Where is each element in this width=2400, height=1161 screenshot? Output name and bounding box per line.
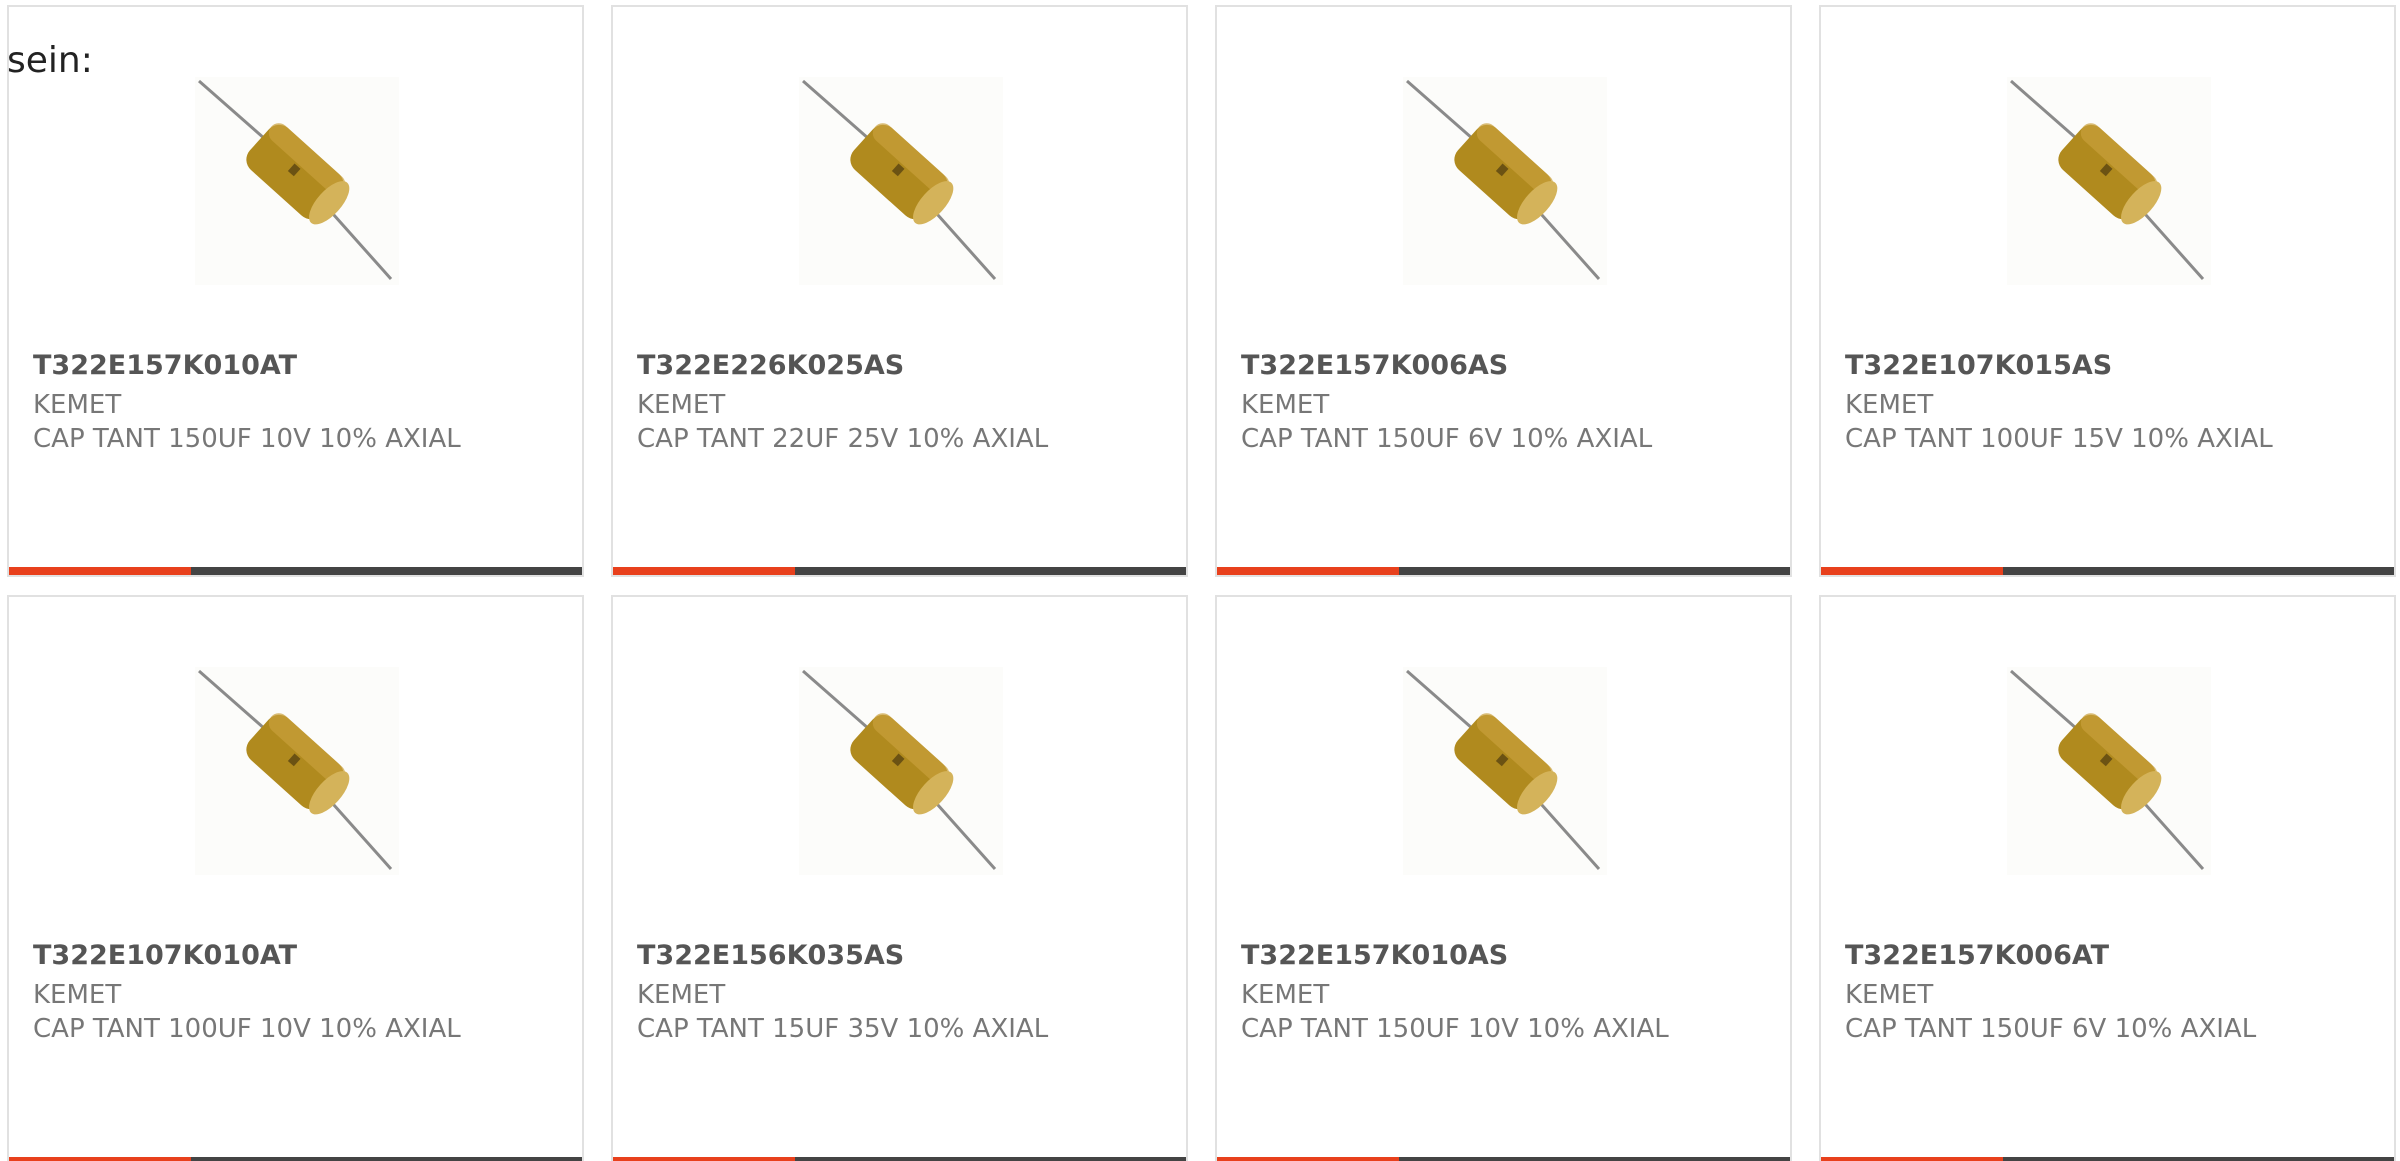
card-accent-bar [1217,1157,1399,1161]
card-accent-bar [1821,567,2003,575]
manufacturer: KEMET [637,390,726,420]
product-card[interactable]: T322E157K010AT KEMET CAP TANT 150UF 10V … [7,5,584,577]
axial-tantalum-capacitor-icon[interactable] [799,77,1003,285]
axial-tantalum-capacitor-icon[interactable] [195,667,399,875]
product-description: CAP TANT 150UF 10V 10% AXIAL [33,424,461,454]
manufacturer: KEMET [1241,980,1330,1010]
axial-tantalum-capacitor-icon[interactable] [195,77,399,285]
product-card[interactable]: T322E226K025AS KEMET CAP TANT 22UF 25V 1… [611,5,1188,577]
manufacturer: KEMET [33,390,122,420]
axial-tantalum-capacitor-icon[interactable] [1403,77,1607,285]
card-accent-bar [9,567,191,575]
product-card[interactable]: T322E107K015AS KEMET CAP TANT 100UF 15V … [1819,5,2396,577]
product-description: CAP TANT 15UF 35V 10% AXIAL [637,1014,1049,1044]
card-bottom-bar [1821,567,2394,575]
manufacturer: KEMET [1845,980,1934,1010]
manufacturer: KEMET [1845,390,1934,420]
manufacturer: KEMET [33,980,122,1010]
product-description: CAP TANT 100UF 15V 10% AXIAL [1845,424,2273,454]
card-accent-bar [613,1157,795,1161]
card-bottom-bar [9,1157,582,1161]
manufacturer: KEMET [637,980,726,1010]
axial-tantalum-capacitor-icon[interactable] [1403,667,1607,875]
card-accent-bar [613,567,795,575]
part-number[interactable]: T322E157K010AT [33,349,297,383]
card-accent-bar [1217,567,1399,575]
product-card[interactable]: T322E107K010AT KEMET CAP TANT 100UF 10V … [7,595,584,1161]
part-number[interactable]: T322E107K015AS [1845,349,2112,383]
product-card[interactable]: T322E157K006AT KEMET CAP TANT 150UF 6V 1… [1819,595,2396,1161]
product-card[interactable]: T322E156K035AS KEMET CAP TANT 15UF 35V 1… [611,595,1188,1161]
axial-tantalum-capacitor-icon[interactable] [2007,667,2211,875]
card-bottom-bar [613,1157,1186,1161]
intro-text: sein: [7,40,93,81]
manufacturer: KEMET [1241,390,1330,420]
card-bottom-bar [1217,1157,1790,1161]
card-bottom-bar [1821,1157,2394,1161]
product-description: CAP TANT 150UF 6V 10% AXIAL [1845,1014,2257,1044]
part-number[interactable]: T322E157K006AT [1845,939,2109,973]
part-number[interactable]: T322E157K010AS [1241,939,1508,973]
product-card[interactable]: T322E157K006AS KEMET CAP TANT 150UF 6V 1… [1215,5,1792,577]
card-accent-bar [1821,1157,2003,1161]
axial-tantalum-capacitor-icon[interactable] [2007,77,2211,285]
axial-tantalum-capacitor-icon[interactable] [799,667,1003,875]
part-number[interactable]: T322E156K035AS [637,939,904,973]
product-description: CAP TANT 22UF 25V 10% AXIAL [637,424,1049,454]
product-description: CAP TANT 150UF 10V 10% AXIAL [1241,1014,1669,1044]
card-accent-bar [9,1157,191,1161]
product-card[interactable]: T322E157K010AS KEMET CAP TANT 150UF 10V … [1215,595,1792,1161]
product-description: CAP TANT 150UF 6V 10% AXIAL [1241,424,1653,454]
product-description: CAP TANT 100UF 10V 10% AXIAL [33,1014,461,1044]
part-number[interactable]: T322E157K006AS [1241,349,1508,383]
card-bottom-bar [9,567,582,575]
card-bottom-bar [1217,567,1790,575]
product-grid-page: sein: T322E157K010AT KEMET CAP TANT 150U… [0,0,2400,1161]
part-number[interactable]: T322E226K025AS [637,349,904,383]
part-number[interactable]: T322E107K010AT [33,939,297,973]
card-bottom-bar [613,567,1186,575]
